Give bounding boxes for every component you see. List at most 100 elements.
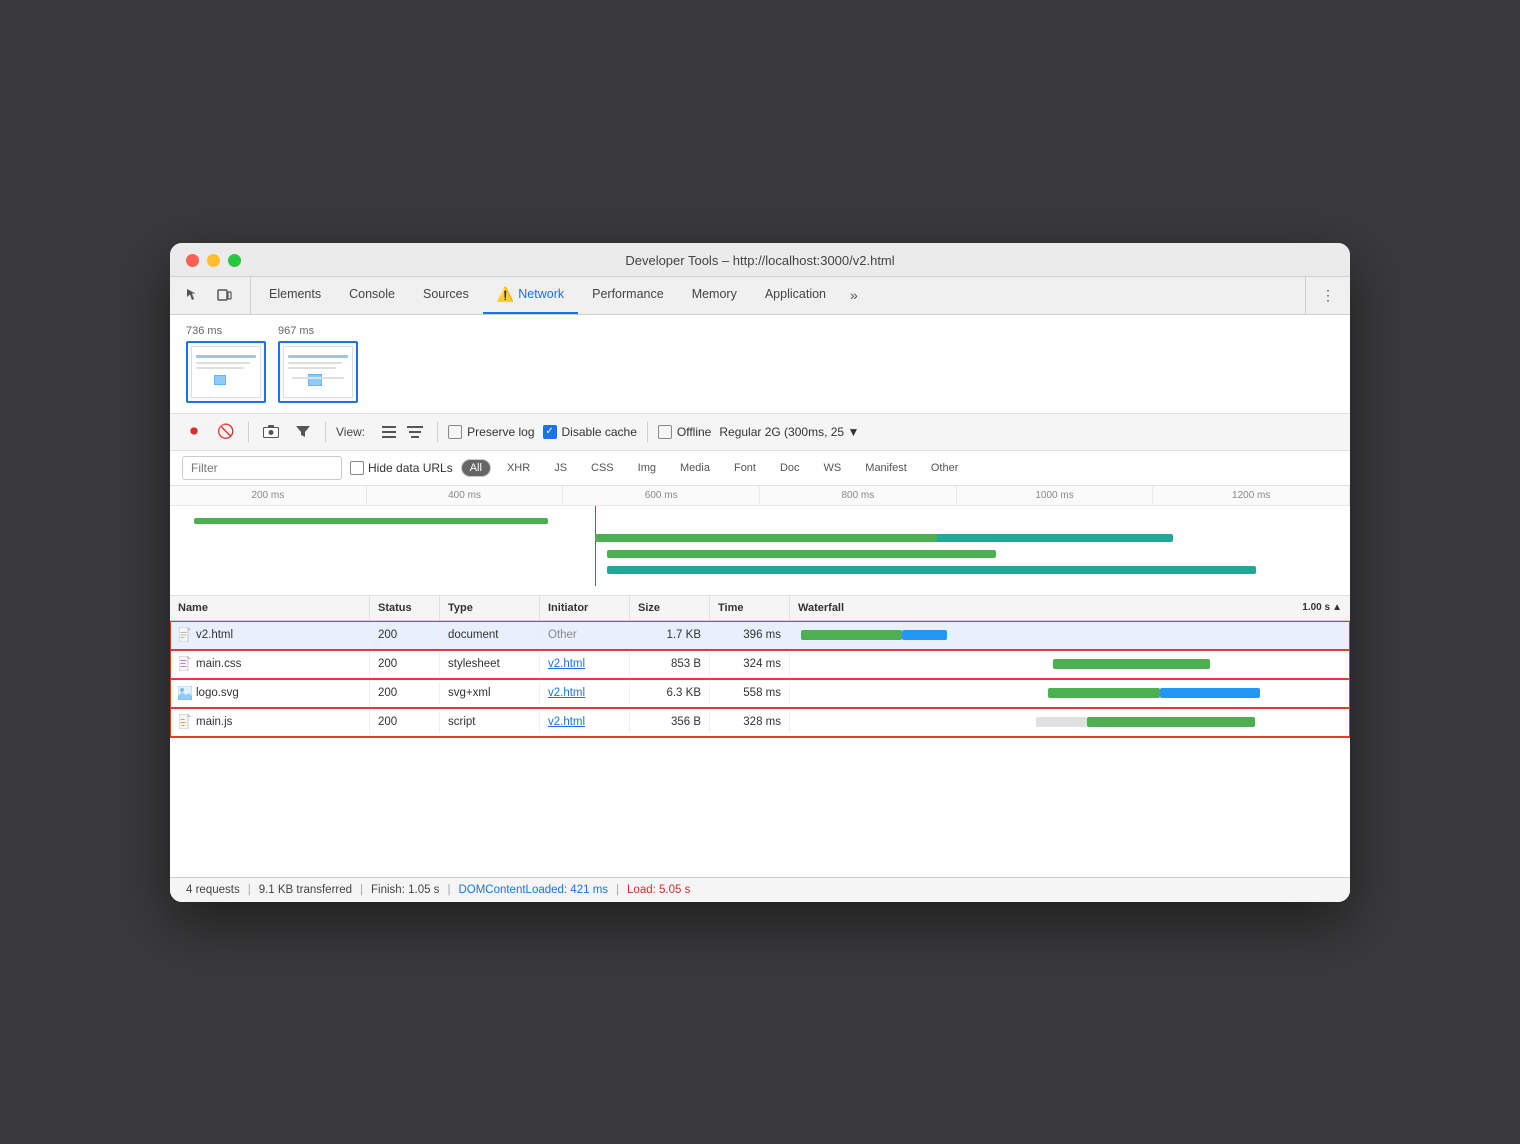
tab-elements[interactable]: Elements: [255, 277, 335, 314]
hide-data-urls-checkbox[interactable]: Hide data URLs: [350, 461, 453, 475]
table-header: Name Status Type Initiator Size Time Wat…: [170, 596, 1350, 621]
img-filter-button[interactable]: Img: [630, 460, 664, 476]
screenshot-button[interactable]: [259, 420, 283, 444]
screenshot-2[interactable]: 967 ms: [278, 325, 358, 403]
row2-waterfall: [790, 650, 1350, 678]
sort-arrow: ▲: [1332, 602, 1342, 613]
doc-filter-button[interactable]: Doc: [772, 460, 808, 476]
table-row[interactable]: main.css 200 stylesheet v2.html 853 B 32…: [170, 650, 1350, 679]
th-time[interactable]: Time: [710, 596, 790, 620]
row2-initiator[interactable]: v2.html: [540, 653, 630, 675]
devtools-menu-button[interactable]: ⋮: [1314, 281, 1342, 309]
tab-sources[interactable]: Sources: [409, 277, 483, 314]
tab-network[interactable]: ⚠️ Network: [483, 277, 578, 314]
tab-performance[interactable]: Performance: [578, 277, 678, 314]
network-toolbar: ⏺ 🚫 View:: [170, 414, 1350, 451]
row3-type: svg+xml: [440, 682, 540, 704]
row3-waterfall: [790, 679, 1350, 707]
ws-filter-button[interactable]: WS: [816, 460, 850, 476]
table-row[interactable]: main.js 200 script v2.html 356 B 328 ms: [170, 708, 1350, 737]
minimize-button[interactable]: [207, 254, 220, 267]
th-size[interactable]: Size: [630, 596, 710, 620]
ruler-800ms: 800 ms: [760, 486, 957, 505]
row3-initiator[interactable]: v2.html: [540, 682, 630, 704]
stylesheet-icon: [178, 656, 192, 672]
divider-3: [437, 422, 438, 442]
row2-time: 324 ms: [710, 653, 790, 675]
tab-console[interactable]: Console: [335, 277, 409, 314]
css-filter-button[interactable]: CSS: [583, 460, 622, 476]
table-row[interactable]: v2.html 200 document Other 1.7 KB 396 ms: [170, 621, 1350, 650]
devtools-menu: ⋮: [1305, 277, 1342, 314]
row4-name: main.js: [170, 709, 370, 735]
row4-initiator[interactable]: v2.html: [540, 711, 630, 733]
th-name[interactable]: Name: [170, 596, 370, 620]
row1-status: 200: [370, 624, 440, 646]
document-icon: [178, 627, 192, 643]
media-filter-button[interactable]: Media: [672, 460, 718, 476]
hide-data-urls-check-icon: [350, 461, 364, 475]
maximize-button[interactable]: [228, 254, 241, 267]
screenshot-thumb-1[interactable]: [186, 341, 266, 403]
tab-memory[interactable]: Memory: [678, 277, 751, 314]
inspect-icon[interactable]: [178, 281, 206, 309]
ruler-200ms: 200 ms: [170, 486, 367, 505]
tab-application[interactable]: Application: [751, 277, 840, 314]
timeline-bar-green-1: [194, 518, 548, 524]
font-filter-button[interactable]: Font: [726, 460, 764, 476]
timeline-marker-blue: [595, 506, 597, 586]
record-button[interactable]: ⏺: [182, 420, 206, 444]
filter-bar: Hide data URLs All XHR JS CSS Img Media …: [170, 451, 1350, 486]
manifest-filter-button[interactable]: Manifest: [857, 460, 915, 476]
row4-size: 356 B: [630, 711, 710, 733]
clear-button[interactable]: 🚫: [214, 420, 238, 444]
screenshot-1[interactable]: 736 ms: [186, 325, 266, 403]
timeline-bar-teal: [937, 534, 1173, 542]
screenshot-thumb-2[interactable]: [278, 341, 358, 403]
offline-checkbox[interactable]: Offline: [658, 425, 711, 439]
timeline-area: 200 ms 400 ms 600 ms 800 ms 1000 ms 1200…: [170, 486, 1350, 596]
row3-time: 558 ms: [710, 682, 790, 704]
image-icon: [178, 685, 192, 701]
filter-input[interactable]: [182, 456, 342, 480]
window-title: Developer Tools – http://localhost:3000/…: [186, 253, 1334, 268]
th-status[interactable]: Status: [370, 596, 440, 620]
preserve-log-check-icon: [448, 425, 462, 439]
disable-cache-checkbox[interactable]: ✓ Disable cache: [543, 425, 637, 439]
xhr-filter-button[interactable]: XHR: [499, 460, 538, 476]
waterfall-view-button[interactable]: [403, 420, 427, 444]
th-waterfall[interactable]: Waterfall 1.00 s ▲: [790, 596, 1350, 620]
view-label: View:: [336, 425, 365, 439]
row4-status: 200: [370, 711, 440, 733]
divider-2: [325, 422, 326, 442]
ruler-1200ms: 1200 ms: [1153, 486, 1350, 505]
more-tabs-button[interactable]: »: [840, 277, 868, 314]
filter-button[interactable]: [291, 420, 315, 444]
row1-type: document: [440, 624, 540, 646]
other-filter-button[interactable]: Other: [923, 460, 967, 476]
title-bar: Developer Tools – http://localhost:3000/…: [170, 243, 1350, 277]
tab-bar: Elements Console Sources ⚠️ Network Perf…: [170, 277, 1350, 315]
all-filter-button[interactable]: All: [461, 459, 491, 477]
row2-type: stylesheet: [440, 653, 540, 675]
row4-time: 328 ms: [710, 711, 790, 733]
timeline-content: [170, 506, 1350, 596]
row3-status: 200: [370, 682, 440, 704]
js-filter-button[interactable]: JS: [546, 460, 575, 476]
device-toolbar-icon[interactable]: [210, 281, 238, 309]
requests-count: 4 requests: [186, 884, 240, 896]
preserve-log-checkbox[interactable]: Preserve log: [448, 425, 534, 439]
list-view-button[interactable]: [377, 420, 401, 444]
th-type[interactable]: Type: [440, 596, 540, 620]
finish-time: Finish: 1.05 s: [371, 884, 439, 896]
th-initiator[interactable]: Initiator: [540, 596, 630, 620]
row2-size: 853 B: [630, 653, 710, 675]
offline-check-icon: [658, 425, 672, 439]
table-row[interactable]: logo.svg 200 svg+xml v2.html 6.3 KB 558 …: [170, 679, 1350, 708]
close-button[interactable]: [186, 254, 199, 267]
row1-waterfall: [790, 621, 1350, 649]
throttle-select[interactable]: Regular 2G (300ms, 25 ▼: [719, 425, 859, 439]
divider-1: [248, 422, 249, 442]
warning-icon: ⚠️: [497, 286, 514, 303]
dom-content-loaded: DOMContentLoaded: 421 ms: [458, 884, 608, 896]
